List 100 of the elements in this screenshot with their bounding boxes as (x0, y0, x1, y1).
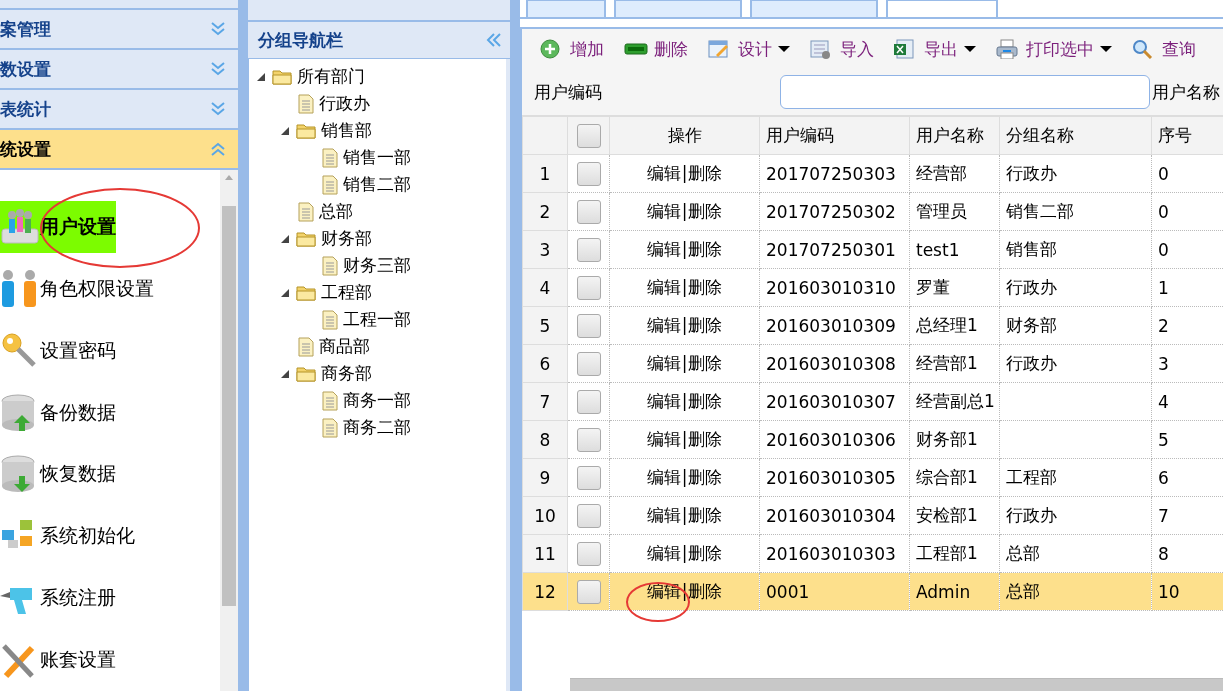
menu-section[interactable]: 案管理 (0, 10, 238, 50)
tree-item[interactable]: 销售二部 (343, 173, 411, 196)
toolbar-button[interactable]: 设计 (708, 37, 800, 61)
scrollbar[interactable] (570, 678, 1223, 691)
delete-link[interactable]: 删除 (688, 239, 723, 259)
delete-link[interactable]: 删除 (688, 467, 723, 487)
delete-link[interactable]: 删除 (688, 581, 723, 601)
tree-item[interactable]: 商务一部 (343, 389, 411, 412)
checkbox[interactable] (576, 503, 601, 528)
checkbox[interactable] (576, 199, 601, 224)
table-cell: 201707250303 (766, 163, 896, 184)
delete-link[interactable]: 删除 (688, 543, 723, 563)
checkbox[interactable] (576, 275, 601, 300)
menu-section[interactable]: 统设置 (0, 130, 238, 170)
tree-item[interactable]: 商务部 (321, 362, 372, 385)
menu-item[interactable]: 备份数据 (0, 386, 116, 439)
menu-section[interactable]: 表统计 (0, 90, 238, 130)
table-row[interactable]: 9 编辑|删除 201603010305 综合部1 工程部 6 (522, 458, 1223, 497)
edit-link[interactable]: 编辑 (646, 277, 681, 297)
tree-item[interactable]: 销售一部 (343, 146, 411, 169)
table-cell: 经营副总1 (916, 391, 995, 411)
delete-link[interactable]: 删除 (688, 277, 723, 297)
checkbox[interactable] (576, 427, 601, 452)
edit-link[interactable]: 编辑 (646, 201, 681, 221)
document-icon (296, 93, 316, 114)
tree-item[interactable]: 所有部门 (297, 65, 365, 88)
table-row[interactable]: 7 编辑|删除 201603010307 经营副总1 4 (522, 382, 1223, 421)
checkbox[interactable] (576, 465, 601, 490)
checkbox[interactable] (576, 541, 601, 566)
table-row[interactable]: 1 编辑|删除 201707250303 经营部 行政办 0 (522, 154, 1223, 193)
delete-link[interactable]: 删除 (688, 201, 723, 221)
toolbar-button[interactable]: 增加 (540, 37, 614, 61)
menu-item[interactable]: 系统注册 (0, 572, 116, 625)
tree-item[interactable]: 工程部 (321, 281, 372, 304)
edit-link[interactable]: 编辑 (646, 391, 681, 411)
table-row[interactable]: 2 编辑|删除 201707250302 管理员 销售二部 0 (522, 192, 1223, 231)
toolbar-button[interactable]: 导入 (810, 37, 884, 61)
row-number: 3 (522, 230, 568, 269)
checkbox[interactable] (576, 579, 601, 604)
tree-item[interactable]: 财务三部 (343, 254, 411, 277)
edit-link[interactable]: 编辑 (646, 315, 681, 335)
document-icon (320, 417, 340, 438)
checkbox[interactable] (576, 161, 601, 186)
delete-link[interactable]: 删除 (688, 315, 723, 335)
checkbox[interactable] (576, 123, 601, 148)
edit-link[interactable]: 编辑 (646, 163, 681, 183)
tree-item[interactable]: 销售部 (321, 119, 372, 142)
table-cell: 财务部 (1006, 315, 1057, 335)
input-field[interactable] (780, 75, 1150, 109)
table-cell: 201603010310 (766, 277, 896, 298)
tree-item[interactable]: 商务二部 (343, 416, 411, 439)
column-header[interactable]: 用户编码 (759, 116, 910, 155)
menu-item[interactable]: 恢复数据 (0, 448, 116, 501)
menu-item[interactable]: 账套设置 (0, 634, 116, 687)
delete-link[interactable]: 删除 (688, 353, 723, 373)
tree-item[interactable]: 行政办 (319, 92, 370, 115)
delete-link[interactable]: 删除 (688, 391, 723, 411)
table-row[interactable]: 10 编辑|删除 201603010304 安检部1 行政办 7 (522, 496, 1223, 535)
delete-link[interactable]: 删除 (688, 163, 723, 183)
edit-link[interactable]: 编辑 (646, 353, 681, 373)
checkbox[interactable] (576, 351, 601, 376)
toolbar-button[interactable]: 查询 (1132, 37, 1206, 61)
delete-link[interactable]: 删除 (688, 429, 723, 449)
toolbar-button[interactable]: 删除 (624, 37, 698, 61)
delete-link[interactable]: 删除 (688, 505, 723, 525)
table-row[interactable]: 3 编辑|删除 201707250301 test1 销售部 0 (522, 230, 1223, 269)
table-row[interactable]: 11 编辑|删除 201603010303 工程部1 总部 8 (522, 534, 1223, 573)
edit-link[interactable]: 编辑 (646, 429, 681, 449)
panel-title: 分组导航栏 (258, 28, 343, 52)
tree-item[interactable]: 总部 (319, 200, 353, 223)
menu-section[interactable]: 数设置 (0, 50, 238, 90)
column-header[interactable]: 序号 (1151, 116, 1223, 155)
edit-link[interactable]: 编辑 (646, 581, 681, 601)
separator: | (681, 315, 688, 335)
scrollbar[interactable] (220, 170, 238, 691)
edit-link[interactable]: 编辑 (646, 505, 681, 525)
tree-item[interactable]: 财务部 (321, 227, 372, 250)
table-cell: 财务部1 (916, 429, 978, 449)
toolbar-button[interactable]: 打印选中 (996, 37, 1122, 61)
checkbox[interactable] (576, 313, 601, 338)
checkbox[interactable] (576, 389, 601, 414)
checkbox[interactable] (576, 237, 601, 262)
edit-link[interactable]: 编辑 (646, 467, 681, 487)
table-row[interactable]: 5 编辑|删除 201603010309 总经理1 财务部 2 (522, 306, 1223, 345)
menu-item[interactable]: 角色权限设置 (0, 262, 154, 315)
field-label: 用户名称 (1152, 80, 1220, 104)
tree-item[interactable]: 工程一部 (343, 308, 411, 331)
menu-item[interactable]: 系统初始化 (0, 510, 135, 563)
edit-link[interactable]: 编辑 (646, 543, 681, 563)
column-header[interactable]: 用户名称 (909, 116, 1000, 155)
table-row[interactable]: 8 编辑|删除 201603010306 财务部1 5 (522, 420, 1223, 459)
toolbar-button[interactable]: 导出 (894, 37, 986, 61)
column-header[interactable]: 分组名称 (999, 116, 1152, 155)
edit-link[interactable]: 编辑 (646, 239, 681, 259)
column-header[interactable]: 操作 (609, 116, 760, 155)
annotation-circle (626, 582, 690, 622)
tree-item[interactable]: 商品部 (319, 335, 370, 358)
table-row[interactable]: 4 编辑|删除 201603010310 罗董 行政办 1 (522, 268, 1223, 307)
menu-item[interactable]: 设置密码 (0, 324, 116, 377)
table-row[interactable]: 6 编辑|删除 201603010308 经营部1 行政办 3 (522, 344, 1223, 383)
